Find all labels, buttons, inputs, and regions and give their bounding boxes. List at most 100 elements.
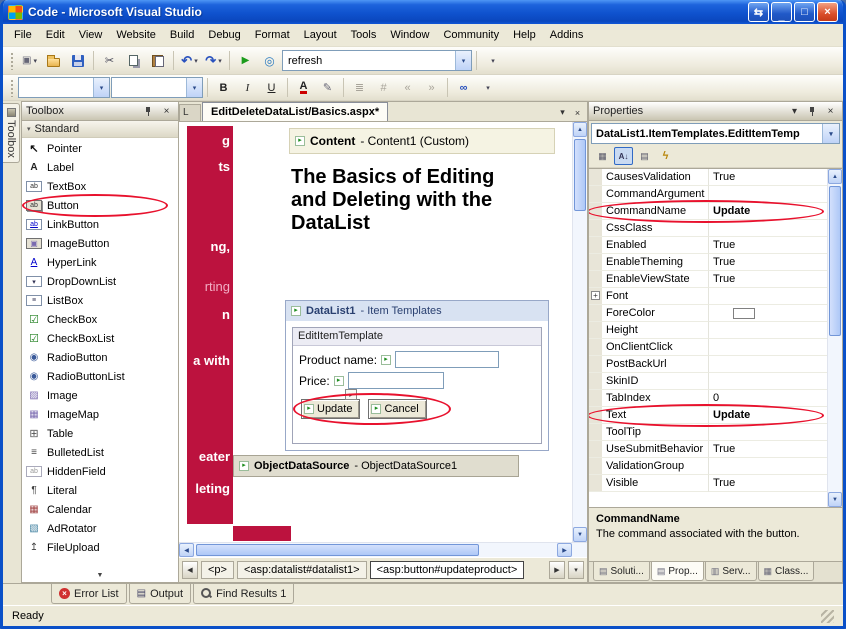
resize-grip[interactable] <box>821 610 834 623</box>
menu-layout[interactable]: Layout <box>297 26 344 44</box>
properties-page-button[interactable]: ▤ <box>635 147 654 165</box>
toolbar-grip[interactable] <box>10 79 14 97</box>
hyperlink-button[interactable]: ∞ <box>452 77 475 99</box>
property-name[interactable]: OnClientClick <box>589 339 708 356</box>
toolbox-item-pointer[interactable]: ↖Pointer <box>22 139 178 158</box>
property-value[interactable]: True <box>708 475 827 492</box>
categorized-button[interactable]: ▦ <box>593 147 612 165</box>
update-button[interactable]: Update <box>301 399 360 419</box>
property-row-commandname[interactable]: CommandNameUpdate <box>589 203 827 220</box>
toolbox-item-bulletedlist[interactable]: ≡BulletedList <box>22 443 178 462</box>
copy-button[interactable] <box>122 50 145 72</box>
toolbox-item-checkbox[interactable]: ☑CheckBox <box>22 310 178 329</box>
toolbox-close-button[interactable]: × <box>159 104 174 118</box>
property-row-usesubmitbehavior[interactable]: UseSubmitBehaviorTrue <box>589 441 827 458</box>
tag-nav-forward-button[interactable]: ▶ <box>549 561 565 579</box>
tag-updateproduct-button[interactable]: <asp:button#updateproduct> <box>370 561 525 579</box>
save-button[interactable] <box>66 50 89 72</box>
menu-debug[interactable]: Debug <box>201 26 247 44</box>
font-name-combobox[interactable]: ▾ <box>111 77 203 98</box>
property-value[interactable]: True <box>708 441 827 458</box>
property-value[interactable]: True <box>708 237 827 254</box>
document-list-button[interactable]: ▾ <box>555 105 570 120</box>
property-row-height[interactable]: Height <box>589 322 827 339</box>
block-format-combobox[interactable]: ▾ <box>18 77 110 98</box>
property-name[interactable]: Enabled <box>589 237 708 254</box>
italic-button[interactable]: I <box>236 77 259 99</box>
toolbox-item-fileupload[interactable]: ↥FileUpload <box>22 538 178 557</box>
property-row-enabled[interactable]: EnabledTrue <box>589 237 827 254</box>
menu-format[interactable]: Format <box>248 26 297 44</box>
property-name[interactable]: CommandArgument <box>589 186 708 203</box>
toolbox-item-literal[interactable]: ¶Literal <box>22 481 178 500</box>
numbered-list-button[interactable]: # <box>372 77 395 99</box>
toolbox-item-checkboxlist[interactable]: ☑CheckBoxList <box>22 329 178 348</box>
document-tab-active[interactable]: EditDeleteDataList/Basics.aspx* <box>202 102 388 121</box>
property-value[interactable] <box>708 322 827 339</box>
toolbox-dock-tab[interactable]: Toolbox <box>3 103 20 163</box>
toolbox-item-image[interactable]: ▨Image <box>22 386 178 405</box>
combobox-dropdown-button[interactable]: ▾ <box>186 78 202 97</box>
property-name[interactable]: PostBackUrl <box>589 356 708 373</box>
redo-button[interactable]: ↷▾ <box>202 50 225 72</box>
property-value[interactable]: 0 <box>708 390 827 407</box>
toolbar-grip[interactable] <box>10 52 14 70</box>
property-value[interactable] <box>708 373 827 390</box>
tag-p[interactable]: <p> <box>201 561 234 579</box>
property-row-text[interactable]: TextUpdate <box>589 407 827 424</box>
document-tab-hidden[interactable]: L <box>179 104 201 121</box>
document-close-button[interactable]: × <box>570 105 585 120</box>
tag-datalist[interactable]: <asp:datalist#datalist1> <box>237 561 367 579</box>
combobox-dropdown-button[interactable]: ▾ <box>822 124 839 143</box>
maximize-button[interactable]: □ <box>794 2 815 22</box>
font-color-button[interactable]: A <box>292 77 315 99</box>
property-name[interactable]: Visible <box>589 475 708 492</box>
property-row-validationgroup[interactable]: ValidationGroup <box>589 458 827 475</box>
color-swatch[interactable] <box>733 308 755 319</box>
tag-nav-menu-button[interactable]: ▾ <box>568 561 584 579</box>
toolbox-item-button[interactable]: abButton <box>22 196 178 215</box>
designer-horizontal-scrollbar[interactable]: ◀ ▶ <box>179 542 587 557</box>
alphabetical-button[interactable]: A↓ <box>614 147 633 165</box>
underline-button[interactable]: U <box>260 77 283 99</box>
property-row-font[interactable]: +Font <box>589 288 827 305</box>
menu-website[interactable]: Website <box>109 26 163 44</box>
property-value[interactable] <box>708 458 827 475</box>
scroll-track[interactable] <box>194 543 557 557</box>
tab-server-explorer[interactable]: ▥Serv... <box>705 562 757 581</box>
menu-edit[interactable]: Edit <box>39 26 72 44</box>
tab-solution-explorer[interactable]: ▤Soluti... <box>593 562 650 581</box>
property-value[interactable] <box>708 424 827 441</box>
toolbox-item-imagemap[interactable]: ▦ImageMap <box>22 405 178 424</box>
toolbox-item-imagebutton[interactable]: ▣ImageButton <box>22 234 178 253</box>
bold-button[interactable]: B <box>212 77 235 99</box>
scroll-thumb[interactable] <box>829 186 841 336</box>
menu-view[interactable]: View <box>72 26 110 44</box>
menu-tools[interactable]: Tools <box>344 26 384 44</box>
property-value[interactable]: Update <box>708 407 827 424</box>
toolbox-pin-button[interactable] <box>141 104 156 118</box>
minimize-button[interactable]: _ <box>771 2 792 22</box>
toolbox-item-radiobutton[interactable]: ◉RadioButton <box>22 348 178 367</box>
close-button[interactable]: × <box>817 2 838 22</box>
menu-window[interactable]: Window <box>383 26 436 44</box>
toolbox-item-calendar[interactable]: ▦Calendar <box>22 500 178 519</box>
scroll-down-icon[interactable]: ▼ <box>573 527 587 542</box>
properties-menu-button[interactable]: ▾ <box>787 104 802 118</box>
property-row-tooltip[interactable]: ToolTip <box>589 424 827 441</box>
property-value[interactable] <box>708 186 827 203</box>
scroll-down-icon[interactable]: ▼ <box>828 492 842 507</box>
object-selector-combobox[interactable]: DataList1.ItemTemplates.EditItemTemp ▾ <box>591 123 840 144</box>
toolbox-item-hyperlink[interactable]: AHyperLink <box>22 253 178 272</box>
property-name[interactable]: ToolTip <box>589 424 708 441</box>
scroll-right-icon[interactable]: ▶ <box>557 543 572 557</box>
increase-indent-button[interactable]: » <box>420 77 443 99</box>
property-name[interactable]: UseSubmitBehavior <box>589 441 708 458</box>
toolbox-item-label[interactable]: ALabel <box>22 158 178 177</box>
cancel-button[interactable]: Cancel <box>368 399 426 419</box>
property-value[interactable] <box>708 356 827 373</box>
menu-file[interactable]: File <box>7 26 39 44</box>
property-row-causesvalidation[interactable]: CausesValidationTrue <box>589 169 827 186</box>
toolbox-item-textbox[interactable]: abTextBox <box>22 177 178 196</box>
undo-button[interactable]: ↶▾ <box>178 50 201 72</box>
